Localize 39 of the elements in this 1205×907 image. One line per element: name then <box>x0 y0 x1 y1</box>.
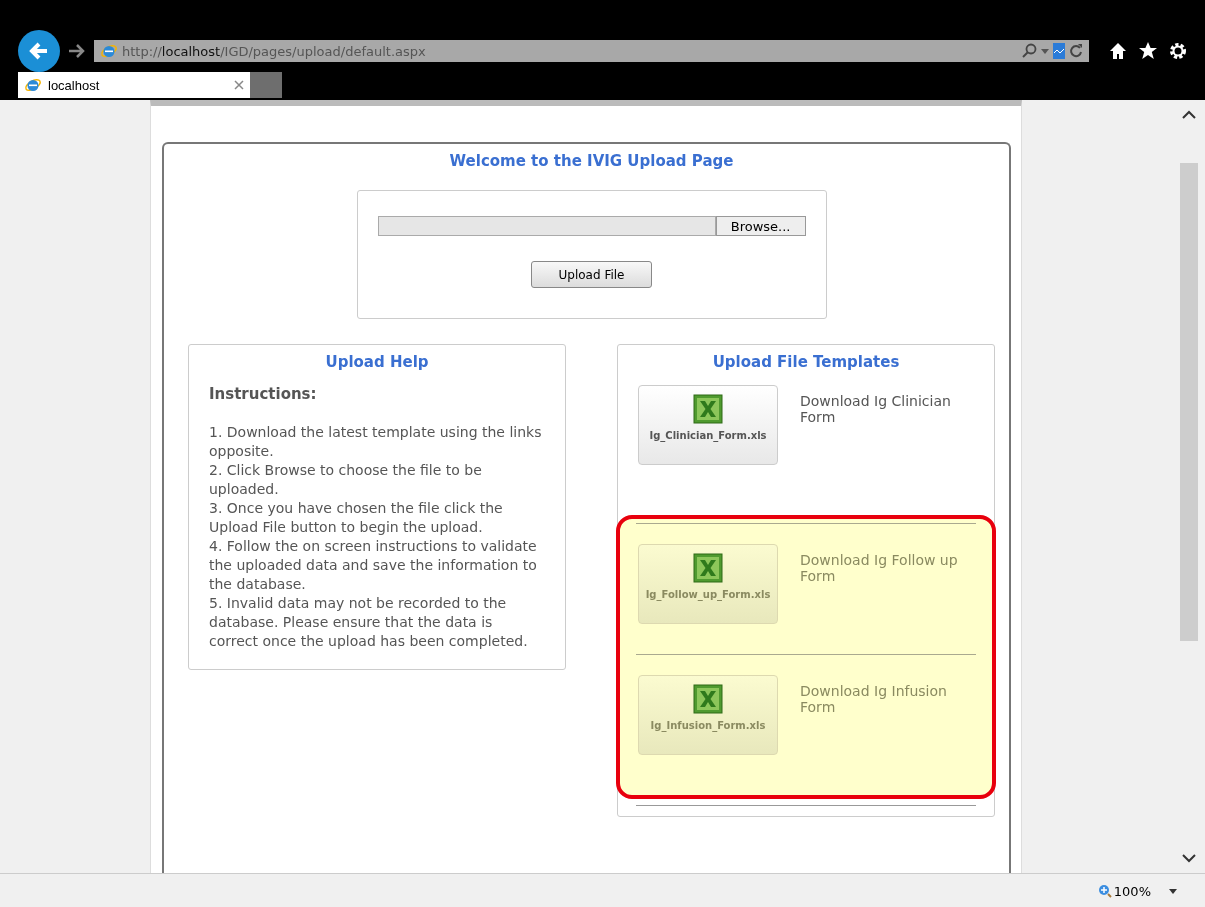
upload-file-button[interactable]: Upload File <box>531 261 652 288</box>
file-download-button[interactable]: Ig_Clinician_Form.xls <box>638 385 778 465</box>
browse-button[interactable]: Browse... <box>715 216 806 236</box>
instruction-step: 4. Follow the on screen instructions to validate the uploaded data and save the information to the database. <box>209 537 545 594</box>
instructions-heading: Instructions: <box>209 385 318 403</box>
page-title: Welcome to the IVIG Upload Page <box>448 152 735 170</box>
zoom-button[interactable]: 100% <box>1097 883 1151 899</box>
search-icon[interactable] <box>1021 43 1037 59</box>
scroll-up-icon[interactable] <box>1181 110 1196 119</box>
address-bar[interactable]: http://localhost/IGD/pages/upload/default.aspx <box>94 40 1089 62</box>
forward-button[interactable] <box>68 43 86 59</box>
spreadsheet-icon <box>693 553 723 583</box>
panel-title: Upload File Templates <box>711 353 901 371</box>
spreadsheet-icon <box>693 684 723 714</box>
star-icon[interactable] <box>1139 42 1157 60</box>
browser-icon <box>100 42 118 60</box>
caret-icon[interactable] <box>1169 888 1177 894</box>
back-button[interactable] <box>18 30 60 72</box>
scrollbar-thumb[interactable] <box>1179 162 1198 641</box>
browser-tab[interactable]: localhost <box>18 72 250 98</box>
download-label: Download Ig Follow up Form <box>800 551 959 586</box>
instruction-step: 5. Invalid data may not be recorded to the database. Please ensure that the data is correct once the upload has been completed. <box>209 594 545 651</box>
instruction-step: 1. Download the latest template using the links opposite. <box>209 423 545 461</box>
settings-icon[interactable] <box>1169 42 1187 60</box>
download-label: Download Ig Infusion Form <box>800 682 948 717</box>
compatibility-icon[interactable] <box>1053 43 1065 59</box>
download-label: Download Ig Clinician Form <box>800 392 952 427</box>
panel-title: Upload Help <box>324 353 430 371</box>
zoom-icon <box>1097 884 1112 898</box>
forward-arrow-icon <box>68 43 86 59</box>
file-path-field[interactable] <box>377 216 716 236</box>
instruction-step: 2. Click Browse to choose the file to be uploaded. <box>209 461 545 499</box>
spreadsheet-icon <box>693 394 723 424</box>
browser-icon <box>24 76 42 94</box>
refresh-icon[interactable] <box>1069 43 1083 59</box>
home-icon[interactable] <box>1109 42 1127 60</box>
close-icon[interactable] <box>234 80 244 90</box>
scroll-down-icon[interactable] <box>1181 854 1196 863</box>
instruction-step: 3. Once you have chosen the file click the Upload File button to begin the upload. <box>209 499 545 537</box>
